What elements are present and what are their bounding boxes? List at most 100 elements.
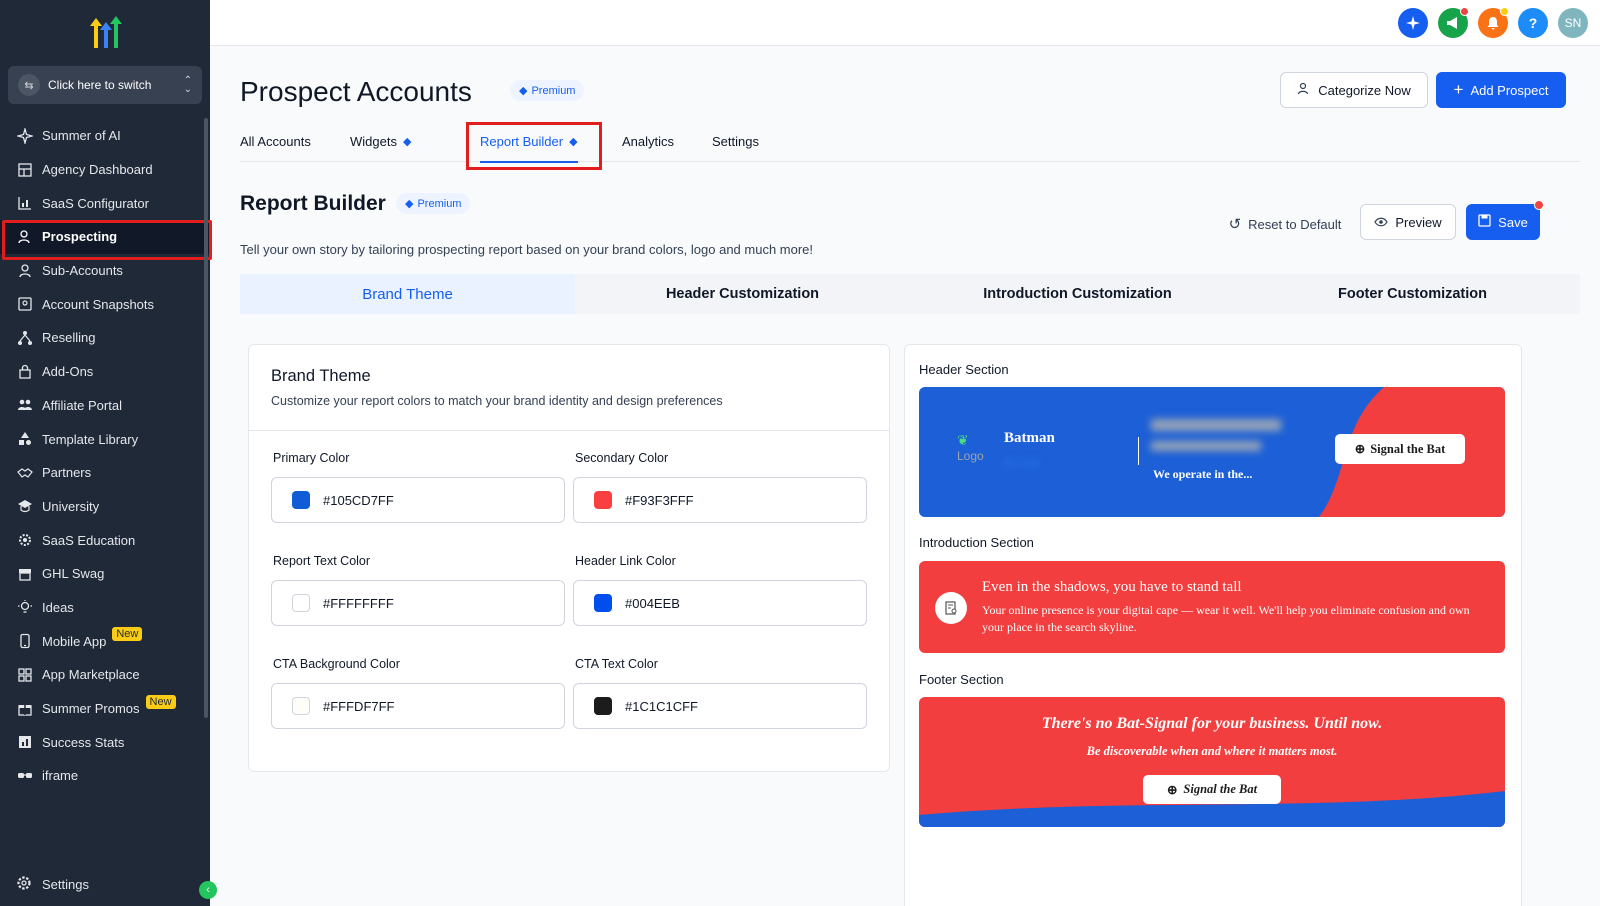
glasses-icon xyxy=(16,767,34,785)
sidebar-item-ideas[interactable]: Ideas xyxy=(0,591,210,625)
sidebar-item-add-ons[interactable]: Add-Ons xyxy=(0,355,210,389)
notification-dot xyxy=(1500,7,1509,16)
ai-assistant-icon[interactable] xyxy=(1398,8,1428,38)
dashboard-icon xyxy=(16,161,34,179)
sidebar-item-agency-dashboard[interactable]: Agency Dashboard xyxy=(0,153,210,187)
blurred-text xyxy=(1151,441,1261,451)
header-preview: ❦ Logo Batman dc.com We operate in the...… xyxy=(919,387,1505,517)
switcher-label: Click here to switch xyxy=(48,78,152,92)
subtab-header-customization[interactable]: Header Customization xyxy=(575,274,910,314)
sidebar-item-summer-of-ai[interactable]: Summer of AI xyxy=(0,119,210,153)
reset-to-default-button[interactable]: ↺ Reset to Default xyxy=(1220,206,1350,242)
shapes-icon xyxy=(16,430,34,448)
unsaved-dot xyxy=(1534,200,1544,210)
primary-color-input[interactable]: #105CD7FF xyxy=(271,477,565,523)
diamond-icon: ◆ xyxy=(519,85,528,97)
subtab-brand-theme[interactable]: Brand Theme xyxy=(240,274,575,314)
sidebar-item-app-marketplace[interactable]: App Marketplace xyxy=(0,658,210,692)
cta-background-color-label: CTA Background Color xyxy=(273,657,400,671)
sidebar-item-university[interactable]: University xyxy=(0,490,210,524)
signal-the-bat-button[interactable]: ⊕ Signal the Bat xyxy=(1335,434,1465,464)
cta-background-color-input[interactable]: #FFFDF7FF xyxy=(271,683,565,729)
secondary-color-input[interactable]: #F93F3FFF xyxy=(573,477,867,523)
save-button[interactable]: Save xyxy=(1466,200,1544,240)
sidebar-item-account-snapshots[interactable]: Account Snapshots xyxy=(0,287,210,321)
chevron-updown-icon: ⌃ ⌄ xyxy=(183,75,192,95)
new-badge: New xyxy=(145,694,176,709)
sidebar-item-reselling[interactable]: Reselling xyxy=(0,321,210,355)
sidebar-scrollbar[interactable] xyxy=(204,118,208,718)
grid-icon xyxy=(16,666,34,684)
tab-analytics[interactable]: Analytics xyxy=(622,120,674,162)
customization-tabs: Brand Theme Header Customization Introdu… xyxy=(240,274,1580,314)
brand-theme-title: Brand Theme xyxy=(271,367,371,385)
tab-settings[interactable]: Settings xyxy=(712,120,759,162)
sidebar-item-saas-configurator[interactable]: SaaS Configurator xyxy=(0,186,210,220)
sidebar-item-saas-education[interactable]: SaaS Education xyxy=(0,523,210,557)
blurred-text xyxy=(1151,419,1281,431)
footer-subheading: Be discoverable when and where it matter… xyxy=(1086,744,1338,758)
switch-icon: ⇆ xyxy=(18,74,40,96)
color-swatch[interactable] xyxy=(292,491,310,509)
megaphone-icon[interactable] xyxy=(1438,7,1469,38)
sidebar-item-template-library[interactable]: Template Library xyxy=(0,422,210,456)
categorize-now-button[interactable]: Categorize Now xyxy=(1280,72,1428,108)
app-logo[interactable] xyxy=(86,14,126,50)
sidebar-item-partners[interactable]: Partners xyxy=(0,456,210,490)
sidebar-item-iframe[interactable]: iframe xyxy=(0,759,210,793)
user-tag-icon xyxy=(1297,82,1311,99)
sidebar-item-affiliate-portal[interactable]: Affiliate Portal xyxy=(0,389,210,423)
intro-heading: Even in the shadows, you have to stand t… xyxy=(982,579,1242,595)
notification-dot xyxy=(1460,7,1469,16)
color-swatch[interactable] xyxy=(292,594,310,612)
avatar[interactable]: SN xyxy=(1558,8,1588,38)
sidebar-item-prospecting[interactable]: Prospecting xyxy=(0,220,212,260)
account-switcher[interactable]: ⇆ Click here to switch ⌃ ⌄ xyxy=(8,66,202,104)
eye-icon xyxy=(1374,215,1389,230)
preview-button[interactable]: Preview xyxy=(1360,204,1456,240)
subtab-footer-customization[interactable]: Footer Customization xyxy=(1245,274,1580,314)
color-swatch[interactable] xyxy=(594,594,612,612)
tab-widgets[interactable]: Widgets ◆ xyxy=(350,120,411,162)
gear-box-icon xyxy=(16,531,34,549)
divider xyxy=(1138,437,1139,465)
color-swatch[interactable] xyxy=(292,697,310,715)
user-search-icon xyxy=(16,228,34,246)
chart-icon xyxy=(16,194,34,212)
logo-placeholder: ❦ Logo xyxy=(957,432,984,463)
bell-icon[interactable] xyxy=(1478,7,1509,38)
help-icon[interactable]: ? xyxy=(1518,8,1548,38)
footer-signal-the-bat-button[interactable]: ⊕ Signal the Bat xyxy=(1143,775,1281,804)
preview-card: Header Section ❦ Logo Batman dc.com We op… xyxy=(904,344,1522,906)
phone-icon xyxy=(16,632,34,650)
sidebar-item-mobile-app[interactable]: Mobile App New xyxy=(0,624,210,658)
header-link-color-input[interactable]: #004EEB xyxy=(573,580,867,626)
color-swatch[interactable] xyxy=(594,697,612,715)
color-swatch[interactable] xyxy=(594,491,612,509)
introduction-preview: Even in the shadows, you have to stand t… xyxy=(919,561,1505,653)
snapshot-icon xyxy=(16,295,34,313)
sidebar-item-success-stats[interactable]: Success Stats xyxy=(0,725,210,759)
brand-link[interactable]: dc.com xyxy=(1004,455,1039,470)
header-section-label: Header Section xyxy=(919,362,1009,377)
header-tagline: We operate in the... xyxy=(1153,467,1253,481)
footer-section-label: Footer Section xyxy=(919,672,1004,687)
sidebar-item-sub-accounts[interactable]: Sub-Accounts xyxy=(0,254,210,288)
sidebar-item-ghl-swag[interactable]: GHL Swag xyxy=(0,557,210,591)
page-tabs: All Accounts Widgets ◆ Report Builder ◆ An… xyxy=(240,120,1580,170)
report-text-color-input[interactable]: #FFFFFFFF xyxy=(271,580,565,626)
sidebar-item-summer-promos[interactable]: Summer Promos New xyxy=(0,692,210,726)
brand-theme-subtitle: Customize your report colors to match yo… xyxy=(271,394,723,408)
cta-text-color-input[interactable]: #1C1C1CFF xyxy=(573,683,867,729)
tab-all-accounts[interactable]: All Accounts xyxy=(240,120,311,162)
top-bar: ? SN xyxy=(210,0,1600,46)
handshake-icon xyxy=(16,464,34,482)
user-icon xyxy=(16,262,34,280)
primary-color-label: Primary Color xyxy=(273,451,350,465)
sidebar-item-settings[interactable]: Settings xyxy=(16,875,89,893)
subtab-introduction-customization[interactable]: Introduction Customization xyxy=(910,274,1245,314)
lightbulb-icon xyxy=(16,598,34,616)
report-builder-description: Tell your own story by tailoring prospec… xyxy=(240,242,814,257)
add-prospect-button[interactable]: + Add Prospect xyxy=(1436,72,1566,108)
sparkle-icon xyxy=(16,127,34,145)
